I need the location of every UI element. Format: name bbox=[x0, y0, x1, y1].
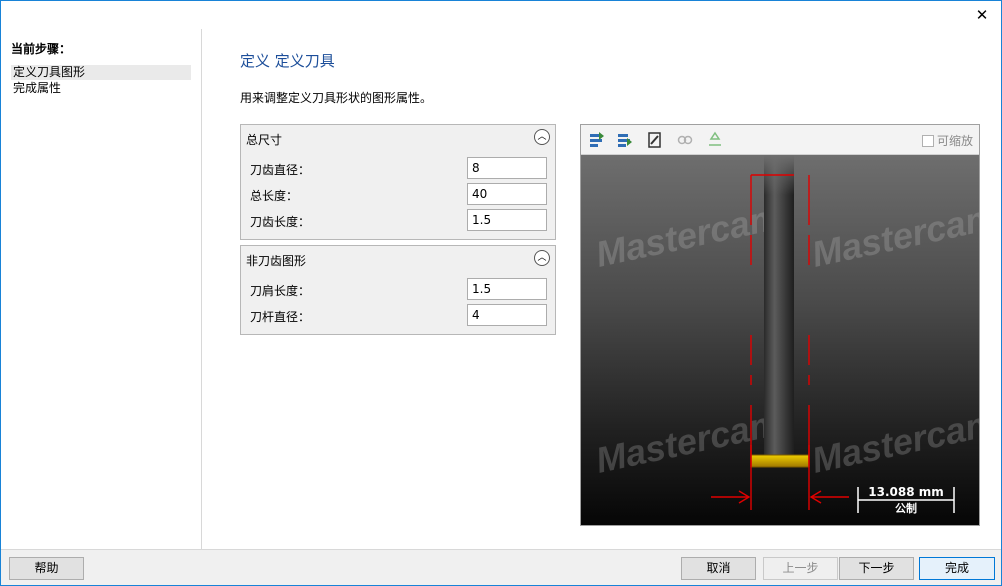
step-define-geometry[interactable]: 定义刀具图形 bbox=[11, 65, 191, 80]
dialog-window: ✕ 当前步骤： 定义刀具图形 完成属性 定义 定义刀具 用来调整定义刀具形状的图… bbox=[0, 0, 1002, 586]
shoulder-length-input[interactable] bbox=[467, 278, 547, 300]
tool-viewport: Mastercam Mastercam Mastercam Mastercam bbox=[581, 155, 979, 525]
flute-diameter-input[interactable] bbox=[467, 157, 547, 179]
collapse-up-icon[interactable]: ︿ bbox=[534, 250, 550, 266]
previous-button[interactable]: 上一步 bbox=[763, 557, 838, 580]
group-header: 非刀齿图形 ︿ bbox=[241, 246, 555, 270]
field-row: 刀齿长度： bbox=[241, 209, 555, 231]
shank-diameter-input[interactable] bbox=[467, 304, 547, 326]
tool-shank bbox=[764, 155, 794, 455]
field-row: 刀齿直径： bbox=[241, 157, 555, 179]
import-profile-icon[interactable] bbox=[587, 130, 607, 150]
dimension-units: 公制 bbox=[895, 501, 917, 515]
group-title: 总尺寸 bbox=[246, 133, 283, 147]
tool-preview-panel: 可缩放 Mastercam Mastercam Mastercam Master… bbox=[580, 124, 980, 526]
flute-length-input[interactable] bbox=[467, 209, 547, 231]
finish-button[interactable]: 完成 bbox=[919, 557, 995, 580]
help-button[interactable]: 帮助 bbox=[9, 557, 84, 580]
checkbox-box[interactable] bbox=[921, 135, 934, 147]
field-row: 总长度： bbox=[241, 183, 555, 205]
group-title: 非刀齿图形 bbox=[246, 254, 307, 268]
watermark-text: Mastercam bbox=[592, 196, 785, 275]
collapse-up-icon[interactable]: ︿ bbox=[534, 129, 550, 145]
preview-toolbar: 可缩放 bbox=[581, 125, 979, 155]
steps-sidebar: 当前步骤： 定义刀具图形 完成属性 bbox=[1, 29, 202, 549]
overall-length-label: 总长度： bbox=[250, 189, 299, 203]
next-button[interactable]: 下一步 bbox=[839, 557, 914, 580]
recycle-icon bbox=[709, 131, 721, 146]
field-row: 刀杆直径： bbox=[241, 304, 555, 326]
export-profile-icon[interactable] bbox=[615, 130, 635, 150]
watermark-text: Mastercam bbox=[808, 402, 979, 481]
watermark-text: Mastercam bbox=[808, 196, 979, 275]
page-description: 用来调整定义刀具形状的图形属性。 bbox=[240, 91, 433, 105]
close-icon[interactable]: ✕ bbox=[971, 5, 993, 25]
dimension-value: 13.088 mm bbox=[868, 485, 944, 499]
flute-length-label: 刀齿长度： bbox=[250, 215, 311, 229]
scalable-label: 可缩放 bbox=[936, 134, 973, 148]
overall-dimensions-group: 总尺寸 ︿ 刀齿直径： 总长度： 刀齿长度： bbox=[240, 124, 556, 240]
sidebar-title: 当前步骤： bbox=[11, 42, 72, 56]
chain-icon bbox=[677, 135, 693, 145]
step-finish-properties[interactable]: 完成属性 bbox=[11, 81, 191, 96]
edit-tool-icon[interactable] bbox=[645, 130, 665, 150]
page-title: 定义 定义刀具 bbox=[240, 52, 335, 70]
watermark-text: Mastercam bbox=[592, 402, 785, 481]
cancel-button[interactable]: 取消 bbox=[681, 557, 756, 580]
dialog-footer: 帮助 取消 上一步 下一步 完成 bbox=[1, 549, 1001, 585]
flute-diameter-label: 刀齿直径： bbox=[250, 163, 311, 177]
shank-diameter-label: 刀杆直径： bbox=[250, 310, 311, 324]
overall-length-input[interactable] bbox=[467, 183, 547, 205]
group-header: 总尺寸 ︿ bbox=[241, 125, 555, 149]
tool-render: Mastercam Mastercam Mastercam Mastercam bbox=[592, 155, 979, 515]
non-cutting-geometry-group: 非刀齿图形 ︿ 刀肩长度： 刀杆直径： bbox=[240, 245, 556, 335]
title-bar: ✕ bbox=[1, 1, 1001, 29]
field-row: 刀肩长度： bbox=[241, 278, 555, 300]
main-content: 定义 定义刀具 用来调整定义刀具形状的图形属性。 总尺寸 ︿ 刀齿直径： 总长度… bbox=[203, 29, 1001, 549]
tool-flute-tip bbox=[750, 454, 810, 468]
scalable-checkbox[interactable]: 可缩放 bbox=[921, 132, 973, 149]
shoulder-length-label: 刀肩长度： bbox=[250, 284, 311, 298]
